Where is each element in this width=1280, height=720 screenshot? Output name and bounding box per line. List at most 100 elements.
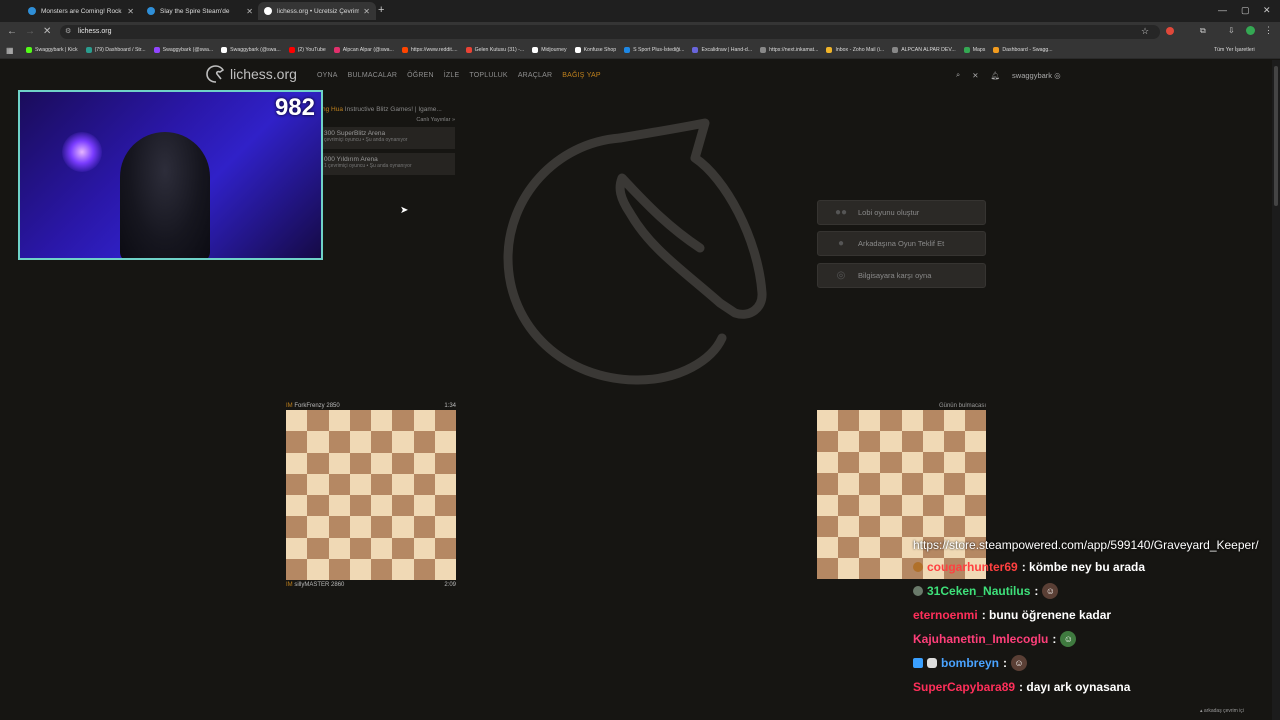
nav-learn[interactable]: ÖĞREN: [407, 72, 434, 79]
board-square[interactable]: [286, 431, 308, 453]
board-square[interactable]: [922, 515, 944, 537]
bookmark-item[interactable]: Swaggybark (@swa...: [221, 47, 281, 53]
board-square[interactable]: [434, 410, 456, 432]
board-square[interactable]: [880, 473, 902, 495]
minimize-icon[interactable]: —: [1218, 5, 1227, 15]
board-square[interactable]: [817, 494, 839, 516]
board-square[interactable]: [434, 516, 456, 538]
board-square[interactable]: [922, 452, 944, 474]
board-square[interactable]: [880, 494, 902, 516]
board-square[interactable]: [371, 516, 393, 538]
username-link[interactable]: swaggybark ◎: [1012, 71, 1061, 80]
board-square[interactable]: [859, 431, 881, 453]
board-square[interactable]: [838, 410, 860, 432]
board-square[interactable]: [413, 537, 435, 559]
board-square[interactable]: [307, 431, 329, 453]
board-square[interactable]: [413, 473, 435, 495]
board-square[interactable]: [349, 495, 371, 517]
board-square[interactable]: [817, 536, 839, 558]
board-square[interactable]: [901, 515, 923, 537]
tv-mini-board[interactable]: [286, 410, 456, 580]
board-square[interactable]: [943, 494, 965, 516]
board-square[interactable]: [286, 516, 308, 538]
board-square[interactable]: [392, 431, 414, 453]
board-square[interactable]: [349, 558, 371, 580]
board-square[interactable]: [838, 431, 860, 453]
board-square[interactable]: [434, 452, 456, 474]
bookmark-item[interactable]: Dashboard - Swagg...: [993, 47, 1053, 53]
board-square[interactable]: [349, 537, 371, 559]
extension-icon[interactable]: [1166, 27, 1174, 35]
board-square[interactable]: [817, 410, 839, 432]
nav-puzzles[interactable]: BULMACALAR: [348, 72, 397, 79]
board-square[interactable]: [964, 494, 986, 516]
board-square[interactable]: [964, 452, 986, 474]
bookmark-item[interactable]: ALPCAN ALPAR DEV...: [892, 47, 956, 53]
board-square[interactable]: [859, 515, 881, 537]
board-square[interactable]: [901, 452, 923, 474]
board-square[interactable]: [964, 473, 986, 495]
bookmark-item[interactable]: Maps: [963, 47, 985, 53]
nav-community[interactable]: TOPLULUK: [469, 72, 507, 79]
board-square[interactable]: [859, 473, 881, 495]
board-square[interactable]: [328, 410, 350, 432]
board-square[interactable]: [880, 452, 902, 474]
board-square[interactable]: [286, 410, 308, 432]
board-square[interactable]: [307, 516, 329, 538]
bookmark-item[interactable]: Konfuse Shop: [574, 47, 616, 53]
new-tab-button[interactable]: +: [378, 4, 384, 16]
board-square[interactable]: [286, 558, 308, 580]
board-square[interactable]: [964, 515, 986, 537]
board-square[interactable]: [371, 452, 393, 474]
board-square[interactable]: [964, 431, 986, 453]
board-square[interactable]: [307, 495, 329, 517]
search-icon[interactable]: ⌕: [956, 70, 960, 80]
board-square[interactable]: [349, 516, 371, 538]
board-square[interactable]: [371, 410, 393, 432]
bookmark-item[interactable]: (79) Dashboard / Str...: [85, 47, 146, 53]
board-square[interactable]: [817, 452, 839, 474]
board-square[interactable]: [349, 452, 371, 474]
browser-tab-active[interactable]: lichess.org • Ücretsiz Çevrimiçi ✕: [258, 2, 376, 20]
address-bar[interactable]: lichess.org: [60, 25, 1160, 39]
board-square[interactable]: [943, 431, 965, 453]
site-info-icon[interactable]: ⚙: [65, 27, 71, 35]
board-square[interactable]: [413, 558, 435, 580]
board-square[interactable]: [307, 473, 329, 495]
back-icon[interactable]: ←: [7, 26, 17, 37]
board-square[interactable]: [413, 495, 435, 517]
board-square[interactable]: [413, 516, 435, 538]
board-square[interactable]: [838, 557, 860, 579]
board-square[interactable]: [371, 537, 393, 559]
bookmark-item[interactable]: Alpcan Alpar (@swa...: [333, 47, 394, 53]
board-square[interactable]: [371, 431, 393, 453]
board-square[interactable]: [413, 410, 435, 432]
bookmark-item[interactable]: (2) YouTube: [288, 47, 326, 53]
board-square[interactable]: [286, 495, 308, 517]
board-square[interactable]: [371, 558, 393, 580]
stop-loading-icon[interactable]: ✕: [43, 26, 51, 37]
bookmark-star-icon[interactable]: ☆: [1141, 26, 1149, 37]
board-square[interactable]: [817, 431, 839, 453]
board-square[interactable]: [859, 410, 881, 432]
board-square[interactable]: [413, 431, 435, 453]
board-square[interactable]: [392, 516, 414, 538]
board-square[interactable]: [880, 536, 902, 558]
bookmark-item[interactable]: https://www.reddit....: [401, 47, 458, 53]
tv-bottom-player[interactable]: IM sillyMASTER 2860 2:09: [286, 582, 456, 588]
board-square[interactable]: [922, 410, 944, 432]
board-square[interactable]: [880, 410, 902, 432]
bookmark-item[interactable]: Gelen Kutusu (31) -...: [465, 47, 524, 53]
board-square[interactable]: [328, 452, 350, 474]
friends-online-link[interactable]: ▴ arkadaş çevrim içi: [1200, 708, 1244, 714]
board-square[interactable]: [859, 557, 881, 579]
board-square[interactable]: [434, 558, 456, 580]
board-square[interactable]: [392, 537, 414, 559]
board-square[interactable]: [328, 473, 350, 495]
board-square[interactable]: [859, 536, 881, 558]
nav-donate[interactable]: BAĞIŞ YAP: [562, 72, 601, 79]
board-square[interactable]: [922, 431, 944, 453]
board-square[interactable]: [349, 431, 371, 453]
board-square[interactable]: [901, 431, 923, 453]
lichess-logo[interactable]: lichess.org: [206, 65, 297, 83]
